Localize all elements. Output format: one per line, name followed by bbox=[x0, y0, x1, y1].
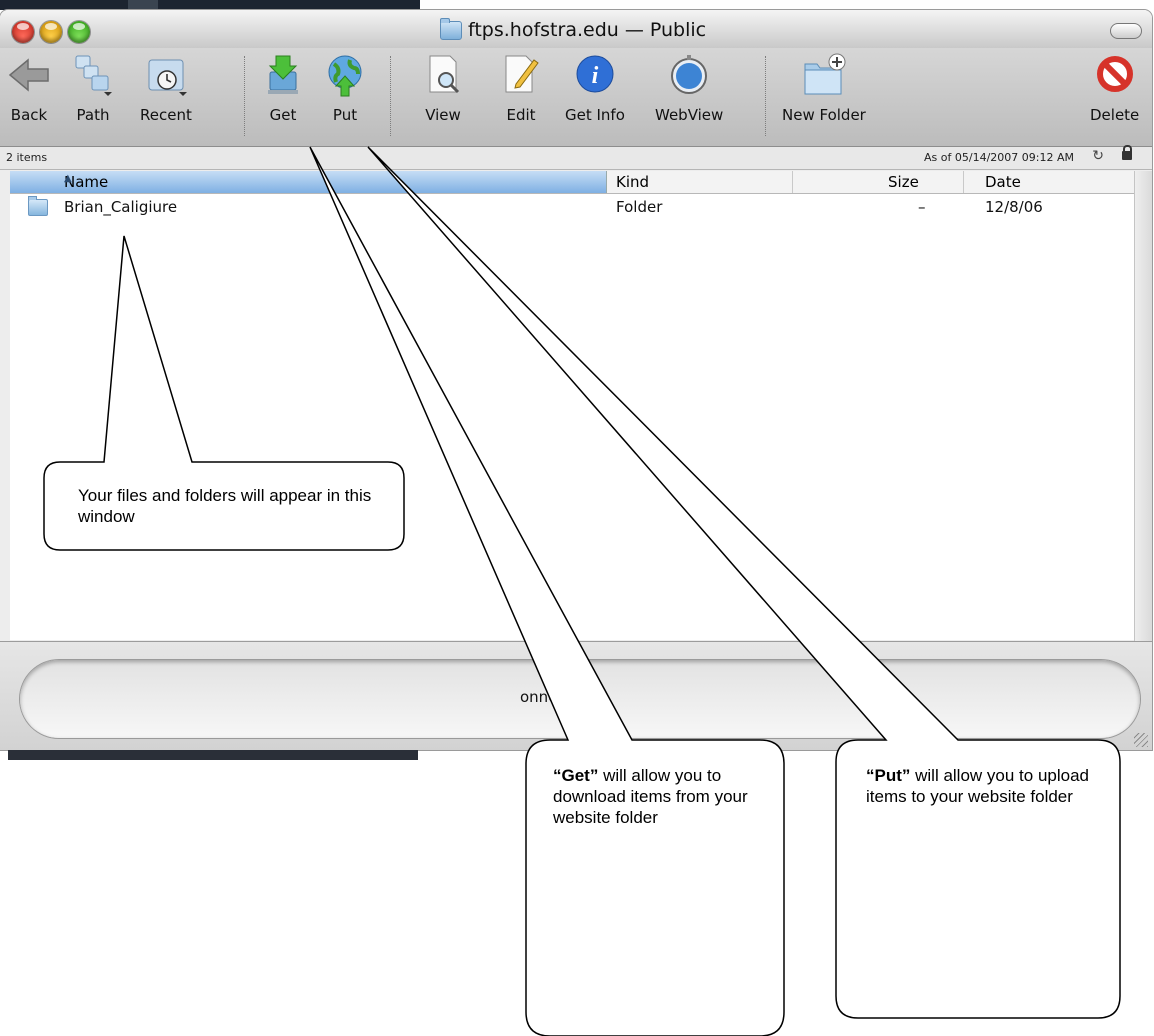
folder-icon bbox=[28, 196, 48, 216]
file-size: – bbox=[918, 198, 926, 216]
column-kind[interactable]: Kind bbox=[616, 173, 649, 191]
toolbar-separator bbox=[390, 56, 391, 136]
path-button[interactable]: Path bbox=[70, 52, 116, 124]
resize-grip[interactable] bbox=[1134, 733, 1148, 747]
ftp-window: ftps.hofstra.edu — Public Back Path Rece… bbox=[0, 10, 1152, 750]
lock-icon bbox=[1122, 145, 1132, 160]
file-kind: Folder bbox=[616, 198, 663, 216]
title-bar[interactable]: ftps.hofstra.edu — Public bbox=[0, 10, 1152, 48]
new-folder-icon bbox=[801, 52, 847, 98]
column-name[interactable]: Name ▲ bbox=[10, 171, 607, 193]
column-divider bbox=[792, 171, 793, 193]
column-size[interactable]: Size bbox=[888, 173, 919, 191]
connection-status-text: onnected. bbox=[520, 688, 596, 706]
window-title: ftps.hofstra.edu — Public bbox=[440, 17, 707, 41]
delete-button[interactable]: Delete bbox=[1090, 52, 1139, 124]
compass-icon bbox=[666, 52, 712, 98]
get-download-icon bbox=[260, 52, 306, 98]
toolbar-separator bbox=[244, 56, 245, 136]
item-count: 2 items bbox=[6, 151, 48, 164]
recent-clock-icon bbox=[143, 52, 189, 98]
status-bar: 2 items As of 05/14/2007 09:12 AM ↻ bbox=[0, 145, 1152, 170]
callout-put-keyword: “Put” bbox=[866, 766, 911, 785]
list-item[interactable]: Brian_Caligiure Folder – 12/8/06 bbox=[10, 196, 1134, 218]
put-button[interactable]: Put bbox=[322, 52, 368, 124]
minimize-button[interactable] bbox=[40, 21, 62, 43]
get-button[interactable]: Get bbox=[260, 52, 306, 124]
path-icon bbox=[70, 52, 116, 98]
get-info-button[interactable]: i Get Info bbox=[565, 52, 625, 124]
window-title-text: ftps.hofstra.edu — Public bbox=[468, 19, 707, 41]
connection-panel: onnected. bbox=[0, 641, 1152, 750]
file-name: Brian_Caligiure bbox=[64, 198, 178, 216]
callout-get-keyword: “Get” bbox=[553, 766, 599, 785]
edit-button[interactable]: Edit bbox=[498, 52, 544, 124]
column-divider bbox=[963, 171, 964, 193]
toolbar-toggle-button[interactable] bbox=[1110, 23, 1142, 39]
recent-button[interactable]: Recent bbox=[140, 52, 192, 124]
vertical-scrollbar[interactable] bbox=[1134, 171, 1152, 641]
callout-window-text: Your files and folders will appear in th… bbox=[78, 486, 372, 526]
callout-put-text: “Put” will allow you to upload items to … bbox=[866, 765, 1106, 807]
put-upload-globe-icon bbox=[322, 52, 368, 98]
new-folder-button[interactable]: New Folder bbox=[782, 52, 866, 124]
folder-icon bbox=[440, 17, 462, 40]
close-button[interactable] bbox=[12, 21, 34, 43]
callout-get-text: “Get” will allow you to download items f… bbox=[553, 765, 763, 828]
sort-ascending-icon: ▲ bbox=[64, 173, 72, 184]
refresh-icon[interactable]: ↻ bbox=[1092, 148, 1104, 164]
view-magnifier-icon bbox=[420, 52, 466, 98]
webview-button[interactable]: WebView bbox=[655, 52, 723, 124]
info-icon: i bbox=[572, 52, 618, 98]
back-button[interactable]: Back bbox=[6, 52, 52, 124]
file-date: 12/8/06 bbox=[985, 198, 1043, 216]
delete-no-icon bbox=[1092, 52, 1138, 98]
view-button[interactable]: View bbox=[420, 52, 466, 124]
file-list: Brian_Caligiure Folder – 12/8/06 bbox=[10, 194, 1134, 640]
last-updated: As of 05/14/2007 09:12 AM bbox=[924, 151, 1074, 164]
back-arrow-icon bbox=[6, 52, 52, 98]
desktop-strip-top bbox=[0, 0, 420, 10]
zoom-button[interactable] bbox=[68, 21, 90, 43]
svg-text:i: i bbox=[592, 63, 599, 89]
toolbar: Back Path Recent Get Put View Edit i Get… bbox=[0, 48, 1152, 147]
edit-pencil-icon bbox=[498, 52, 544, 98]
connection-status-field: onnected. bbox=[20, 660, 1140, 738]
toolbar-separator bbox=[765, 56, 766, 136]
column-header: Name ▲ Kind Size Date bbox=[10, 171, 1135, 194]
column-date[interactable]: Date bbox=[985, 173, 1021, 191]
desktop-strip-bottom bbox=[8, 750, 418, 760]
